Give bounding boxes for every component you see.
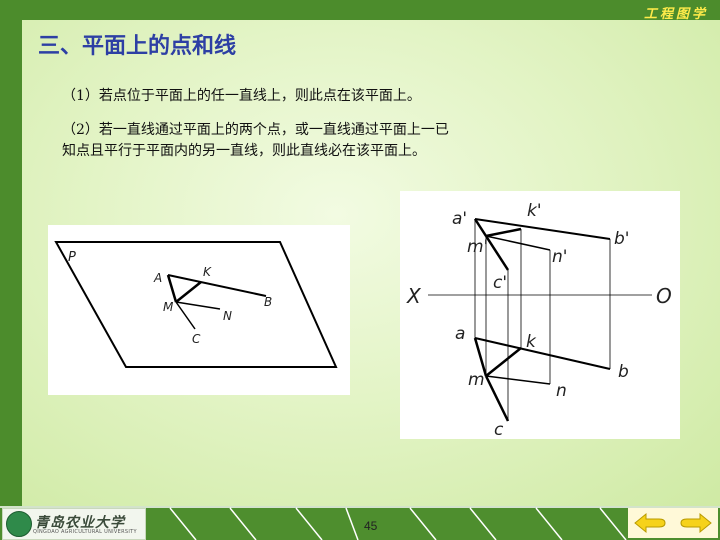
label-P: P	[68, 250, 76, 265]
page-number: 45	[364, 519, 378, 533]
front-line-ab	[474, 218, 611, 240]
label-k-prime: k'	[527, 201, 542, 221]
front-line-mk	[485, 227, 522, 238]
slide-title: 三、平面上的点和线	[38, 34, 237, 59]
label-n-prime: n'	[552, 247, 567, 267]
label-K: K	[203, 265, 212, 279]
line-mn	[175, 301, 221, 310]
plane-perspective-figure: P A K M N B C	[48, 225, 350, 395]
label-N: N	[223, 309, 232, 323]
rule-2-line-1: （2）若一直线通过平面上的两个点，或一直线通过平面上一已	[62, 122, 449, 138]
left-frame	[0, 0, 22, 510]
projection-figure: a' k' b' m' n' c' X O a k m n b c	[400, 191, 680, 439]
label-k: k	[526, 332, 537, 352]
top-line-mc	[484, 375, 510, 422]
brand-title: 工程图学	[643, 7, 708, 22]
plane-perspective-svg: P A K M N B C	[54, 241, 338, 368]
rule-2-line-2: 知点且平行于平面内的另一直线，则此直线必在该平面上。	[62, 143, 426, 159]
university-emblem-icon	[6, 511, 32, 537]
top-line-ab	[474, 337, 611, 370]
label-B: B	[264, 295, 272, 309]
arrow-left-icon	[634, 512, 666, 534]
label-O: O	[656, 284, 672, 308]
label-m-prime: m'	[467, 237, 488, 257]
label-c-prime: c'	[493, 273, 507, 293]
university-en-name: QINGDAO AGRICULTURAL UNIVERSITY	[33, 529, 137, 535]
rule-2-text: （2）若一直线通过平面上的两个点，或一直线通过平面上一已 知点且平行于平面内的另…	[62, 120, 562, 162]
label-b: b	[618, 362, 629, 382]
line-mk	[175, 281, 202, 303]
label-a-prime: a'	[452, 209, 467, 229]
line-am	[166, 274, 178, 303]
projection-svg: a' k' b' m' n' c' X O a k m n b c	[406, 201, 672, 439]
front-line-mc	[484, 235, 510, 271]
label-a: a	[455, 324, 465, 344]
front-line-mn	[485, 235, 551, 251]
front-line-am	[473, 218, 488, 237]
label-M: M	[163, 300, 174, 314]
next-slide-button[interactable]	[674, 508, 718, 538]
line-mc	[175, 301, 196, 330]
label-X: X	[406, 284, 422, 308]
university-logo: 青岛农业大学 QINGDAO AGRICULTURAL UNIVERSITY	[2, 508, 146, 540]
label-m: m	[468, 370, 485, 390]
slide-navigation	[628, 508, 718, 538]
top-line-mn	[485, 375, 551, 385]
label-n: n	[556, 381, 567, 401]
label-C: C	[192, 332, 201, 346]
previous-slide-button[interactable]	[628, 508, 672, 538]
rule-1-text: （1）若点位于平面上的任一直线上，则此点在该平面上。	[62, 88, 421, 104]
top-frame	[0, 0, 720, 20]
arrow-right-icon	[680, 512, 712, 534]
slide: 工程图学 三、平面上的点和线 （1）若点位于平面上的任一直线上，则此点在该平面上…	[0, 0, 720, 540]
top-line-mk	[485, 347, 522, 377]
line-ab	[167, 274, 267, 297]
label-b-prime: b'	[614, 229, 629, 249]
label-c: c	[494, 420, 504, 439]
label-A: A	[153, 271, 162, 285]
